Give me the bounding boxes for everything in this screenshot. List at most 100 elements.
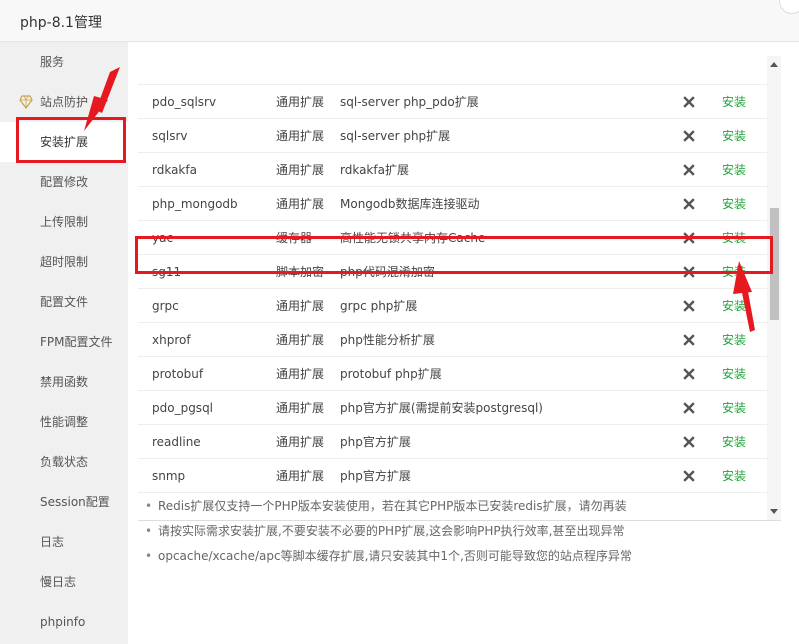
window-title: php-8.1管理 — [20, 15, 102, 31]
sidebar-item-session-config[interactable]: Session配置 — [0, 482, 128, 522]
install-button[interactable]: 安装 — [722, 459, 746, 493]
extension-type: 通用扩展 — [276, 197, 325, 211]
install-button[interactable]: 安装 — [722, 187, 746, 221]
extension-type: 通用扩展 — [276, 299, 325, 313]
sidebar-item-install-extensions[interactable]: 安装扩展 — [0, 122, 128, 162]
extension-name: sg11 — [152, 265, 182, 279]
install-button[interactable]: 安装 — [722, 85, 746, 119]
table-row-partial — [138, 56, 767, 85]
extension-type: 通用扩展 — [276, 129, 325, 143]
sidebar-item-label: phpinfo — [40, 615, 86, 629]
extension-name: pdo_pgsql — [152, 401, 214, 415]
scroll-down-icon[interactable] — [770, 509, 778, 514]
sidebar: 服务 站点防护 安装扩展 配置修改 上传限制 超时限制 配置文件 FPM配置文件… — [0, 42, 128, 644]
not-installed-icon — [683, 266, 695, 278]
extension-description: rdkakfa扩展 — [340, 163, 409, 177]
not-installed-icon — [683, 130, 695, 142]
install-button[interactable]: 安装 — [722, 425, 746, 459]
extension-description: php代码混淆加密 — [340, 265, 435, 279]
tip-item: opcache/xcache/apc等脚本缓存扩展,请只安装其中1个,否则可能导… — [140, 544, 632, 569]
sidebar-item-disabled-functions[interactable]: 禁用函数 — [0, 362, 128, 402]
extension-type: 通用扩展 — [276, 401, 325, 415]
sidebar-item-timeout-limit[interactable]: 超时限制 — [0, 242, 128, 282]
extension-name: rdkakfa — [152, 163, 197, 177]
extension-name: php_mongodb — [152, 197, 238, 211]
close-button[interactable] — [779, 0, 799, 14]
table-row: pdo_sqlsrv 通用扩展 sql-server php_pdo扩展 安装 — [138, 85, 767, 119]
extension-description: php官方扩展 — [340, 435, 411, 449]
table-row: pdo_pgsql 通用扩展 php官方扩展(需提前安装postgresql) 安装 — [138, 391, 767, 425]
sidebar-item-label: 配置修改 — [40, 175, 89, 189]
install-button[interactable]: 安装 — [722, 221, 746, 255]
title-bar: php-8.1管理 — [0, 0, 799, 42]
extension-type: 通用扩展 — [276, 367, 325, 381]
table-row: grpc 通用扩展 grpc php扩展 安装 — [138, 289, 767, 323]
sidebar-item-config-file[interactable]: 配置文件 — [0, 282, 128, 322]
sidebar-item-label: 站点防护 — [40, 95, 89, 109]
sidebar-item-label: 上传限制 — [40, 215, 89, 229]
install-button[interactable]: 安装 — [722, 255, 746, 289]
sidebar-item-site-protection[interactable]: 站点防护 — [0, 82, 128, 122]
not-installed-icon — [683, 96, 695, 108]
table-row: php_mongodb 通用扩展 Mongodb数据库连接驱动 安装 — [138, 187, 767, 221]
not-installed-icon — [683, 198, 695, 210]
sidebar-item-slow-log[interactable]: 慢日志 — [0, 562, 128, 602]
not-installed-icon — [683, 334, 695, 346]
install-button[interactable]: 安装 — [722, 357, 746, 391]
not-installed-icon — [683, 368, 695, 380]
install-button[interactable]: 安装 — [722, 119, 746, 153]
scrollbar-thumb[interactable] — [770, 208, 779, 320]
sidebar-item-label: 日志 — [40, 535, 65, 549]
extension-name: snmp — [152, 469, 186, 483]
sidebar-item-label: Session配置 — [40, 495, 110, 509]
extension-table: pdo_sqlsrv 通用扩展 sql-server php_pdo扩展 安装 sqls… — [138, 56, 781, 521]
table-scrollbar[interactable] — [767, 56, 781, 520]
sidebar-item-log[interactable]: 日志 — [0, 522, 128, 562]
sidebar-item-label: 超时限制 — [40, 255, 89, 269]
extension-name: yac — [152, 231, 174, 245]
sidebar-item-service[interactable]: 服务 — [0, 42, 128, 82]
not-installed-icon — [683, 300, 695, 312]
extension-description: grpc php扩展 — [340, 299, 418, 313]
sidebar-item-label: 慢日志 — [40, 575, 77, 589]
extension-description: sql-server php扩展 — [340, 129, 451, 143]
sidebar-item-label: 服务 — [40, 55, 65, 69]
sidebar-item-performance[interactable]: 性能调整 — [0, 402, 128, 442]
install-button[interactable]: 安装 — [722, 391, 746, 425]
extension-description: protobuf php扩展 — [340, 367, 442, 381]
sidebar-item-phpinfo[interactable]: phpinfo — [0, 602, 128, 642]
sidebar-item-fpm-config[interactable]: FPM配置文件 — [0, 322, 128, 362]
extension-name: protobuf — [152, 367, 204, 381]
extension-name: pdo_sqlsrv — [152, 95, 217, 109]
install-button[interactable]: 安装 — [722, 289, 746, 323]
sidebar-item-label: 性能调整 — [40, 415, 89, 429]
not-installed-icon — [683, 402, 695, 414]
sidebar-item-label: 禁用函数 — [40, 375, 89, 389]
extension-name: readline — [152, 435, 201, 449]
table-row: protobuf 通用扩展 protobuf php扩展 安装 — [138, 357, 767, 391]
install-button[interactable]: 安装 — [722, 323, 746, 357]
main-panel: pdo_sqlsrv 通用扩展 sql-server php_pdo扩展 安装 sqls… — [128, 42, 799, 644]
extension-type: 通用扩展 — [276, 95, 325, 109]
sidebar-item-label: 配置文件 — [40, 295, 89, 309]
tips-list: Redis扩展仅支持一个PHP版本安装使用，若在其它PHP版本已安装redis扩… — [140, 494, 632, 569]
sidebar-item-config-edit[interactable]: 配置修改 — [0, 162, 128, 202]
diamond-icon — [19, 95, 33, 109]
sidebar-item-label: 负载状态 — [40, 455, 89, 469]
sidebar-item-upload-limit[interactable]: 上传限制 — [0, 202, 128, 242]
extension-type: 脚本加密 — [276, 265, 325, 279]
sidebar-item-load-status[interactable]: 负载状态 — [0, 442, 128, 482]
extension-type: 缓存器 — [276, 231, 313, 245]
table-row: yac 缓存器 高性能无锁共享内存Cache 安装 — [138, 221, 767, 255]
table-row: sg11 脚本加密 php代码混淆加密 安装 — [138, 255, 767, 289]
scroll-up-icon[interactable] — [770, 62, 778, 67]
install-button[interactable]: 安装 — [722, 153, 746, 187]
extension-description: php性能分析扩展 — [340, 333, 435, 347]
not-installed-icon — [683, 164, 695, 176]
extension-description: php官方扩展 — [340, 469, 411, 483]
extension-name: grpc — [152, 299, 179, 313]
sidebar-item-label: 安装扩展 — [40, 135, 89, 149]
extension-type: 通用扩展 — [276, 163, 325, 177]
extension-description: sql-server php_pdo扩展 — [340, 95, 479, 109]
not-installed-icon — [683, 436, 695, 448]
